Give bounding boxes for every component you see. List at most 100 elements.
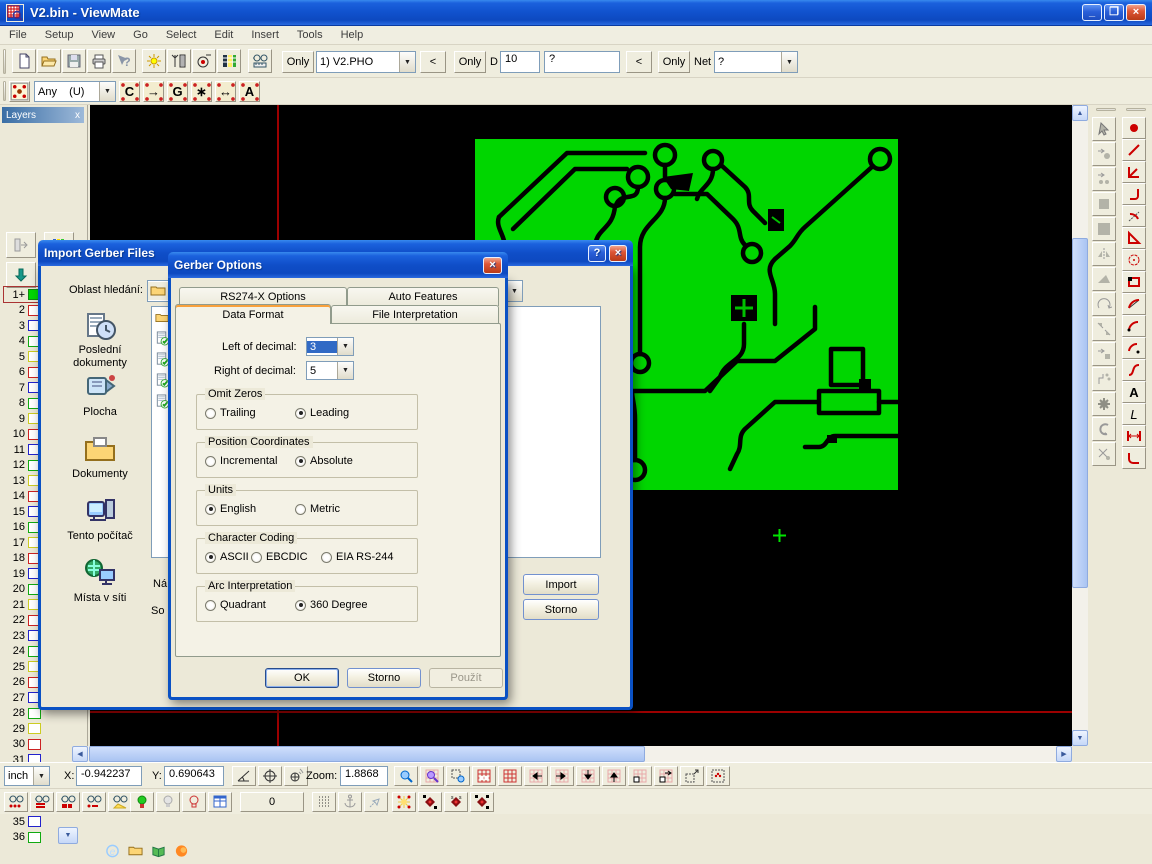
folder-small-icon[interactable] [127,842,144,859]
aperture-filter-→[interactable]: → [143,81,164,102]
chevron-down-icon[interactable]: ▼ [399,52,415,72]
circle-dashed-icon[interactable] [1122,249,1146,271]
restore-button[interactable]: ❐ [1104,4,1124,21]
unit-combo[interactable]: inch▼ [4,766,50,786]
layer-row-15[interactable]: 15 [4,504,41,519]
radio-incremental[interactable]: Incremental [205,455,277,467]
place-item[interactable]: Dokumenty [59,434,141,481]
layer-row-7[interactable]: 7 [4,380,41,395]
aperture-filter-↔[interactable]: ↔ [215,81,236,102]
anchor-icon[interactable] [338,792,362,812]
scroll-left-arrow[interactable]: ◀ [72,746,88,762]
jump-arrow-icon[interactable] [364,792,388,812]
place-item[interactable]: Poslední dokumenty [59,310,141,369]
menu-select[interactable]: Select [157,27,206,43]
scroll-up-arrow[interactable]: ▲ [1072,105,1088,121]
grid-bb-icon[interactable] [472,766,496,786]
lamp-gray-icon[interactable] [156,792,180,812]
menu-help[interactable]: Help [332,27,373,43]
select-cursor-icon[interactable] [1092,117,1116,141]
gear-icon[interactable] [1092,392,1116,416]
tab-data-format[interactable]: Data Format [175,304,331,324]
layer-row-1+[interactable]: 1+ [4,287,41,302]
radio-ebcdic[interactable]: EBCDIC [251,551,308,563]
print-icon[interactable] [87,49,111,73]
layer-row-10[interactable]: 10 [4,427,41,442]
width-mark-icon[interactable] [1122,425,1146,447]
layer-row-21[interactable]: 21 [4,597,41,612]
square-fill-icon[interactable] [1092,192,1116,216]
grid-left-icon[interactable] [524,766,548,786]
window-grid-icon[interactable] [208,792,232,812]
relative-origin-icon[interactable] [284,766,308,786]
diamond-marks-icon[interactable] [418,792,442,812]
grid-right-icon[interactable] [550,766,574,786]
radio-leading[interactable]: Leading [295,407,349,419]
prev-layer-button[interactable]: < [420,51,446,73]
shear-icon[interactable] [1092,267,1116,291]
radio-english[interactable]: English [205,503,256,515]
lamp-red-icon[interactable] [182,792,206,812]
vertical-scrollbar[interactable]: ▲ ▼ [1072,105,1088,746]
step-repeat-icon[interactable] [1092,367,1116,391]
square-fill2-icon[interactable] [1092,217,1116,241]
layers-panel-titlebar[interactable]: Layers x [2,107,84,123]
layer-row-36[interactable]: 36 [4,830,41,845]
chevron-down-icon[interactable]: ▼ [337,362,353,379]
gerber-options-titlebar[interactable]: Gerber Options × [168,252,508,278]
place-item[interactable]: Plocha [59,372,141,419]
close-button[interactable]: × [609,245,627,262]
close-button[interactable]: × [1126,4,1146,21]
aperture-icon[interactable] [9,81,30,102]
layer-row-4[interactable]: 4 [4,334,41,349]
chevron-down-icon[interactable]: ▼ [33,767,49,785]
dot-select-icon[interactable] [706,766,730,786]
close-icon[interactable]: x [75,110,80,121]
place-item[interactable]: Tento počítač [59,496,141,543]
aperture-filter-G[interactable]: G [167,81,188,102]
scroll-down-arrow[interactable]: ▼ [1072,730,1088,746]
tab-file-interpretation[interactable]: File Interpretation [331,305,499,324]
lamp-green-icon[interactable] [130,792,154,812]
scroll-right-arrow[interactable]: ▶ [1056,746,1072,762]
import-button[interactable]: Import [523,574,599,595]
tab-auto-features[interactable]: Auto Features [347,287,499,306]
arc-start-icon[interactable] [1122,315,1146,337]
segment-line-icon[interactable] [1122,139,1146,161]
layer-row-14[interactable]: 14 [4,489,41,504]
layer-row-13[interactable]: 13 [4,473,41,488]
select-add-icon[interactable] [1092,142,1116,166]
mirror-icon[interactable] [1092,242,1116,266]
layer-row-16[interactable]: 16 [4,520,41,535]
help-select-icon[interactable]: ? [112,49,136,73]
scale-icon[interactable] [1092,317,1116,341]
toolbar-handle[interactable] [1126,108,1146,111]
horizontal-scroll-thumb[interactable] [89,746,645,762]
left-of-decimal-combo[interactable]: 3▼ [306,337,354,356]
glasses-dotline-icon[interactable] [82,792,106,812]
layer-row-23[interactable]: 23 [4,628,41,643]
layer-row-28[interactable]: 28 [4,706,41,721]
glasses-ruler-icon[interactable] [248,49,272,73]
aperture-filter-∗[interactable]: ∗ [191,81,212,102]
dots-grid-icon[interactable] [312,792,336,812]
zoom-grid-icon[interactable] [420,766,444,786]
pad-dot-icon[interactable] [1122,117,1146,139]
new-file-icon[interactable] [12,49,36,73]
firefox-icon[interactable] [173,842,190,859]
layer-row-27[interactable]: 27 [4,690,41,705]
radio-ascii[interactable]: ASCII [205,551,249,563]
menu-tools[interactable]: Tools [288,27,332,43]
toolbar-handle[interactable] [3,81,6,101]
diamond-sun-icon[interactable] [392,792,416,812]
arc-chord-icon[interactable] [1122,293,1146,315]
layer-combo[interactable]: 1) V2.PHO▼ [316,51,416,73]
layer-row-6[interactable]: 6 [4,365,41,380]
chevron-down-icon[interactable]: ▼ [506,281,522,301]
toolbar-handle[interactable] [1096,108,1116,111]
radio-trailing[interactable]: Trailing [205,407,256,419]
help-button[interactable]: ? [588,245,606,262]
bend-j-icon[interactable] [1122,447,1146,469]
diamond-s-icon[interactable]: ss [444,792,468,812]
grid-swap-icon[interactable] [654,766,678,786]
